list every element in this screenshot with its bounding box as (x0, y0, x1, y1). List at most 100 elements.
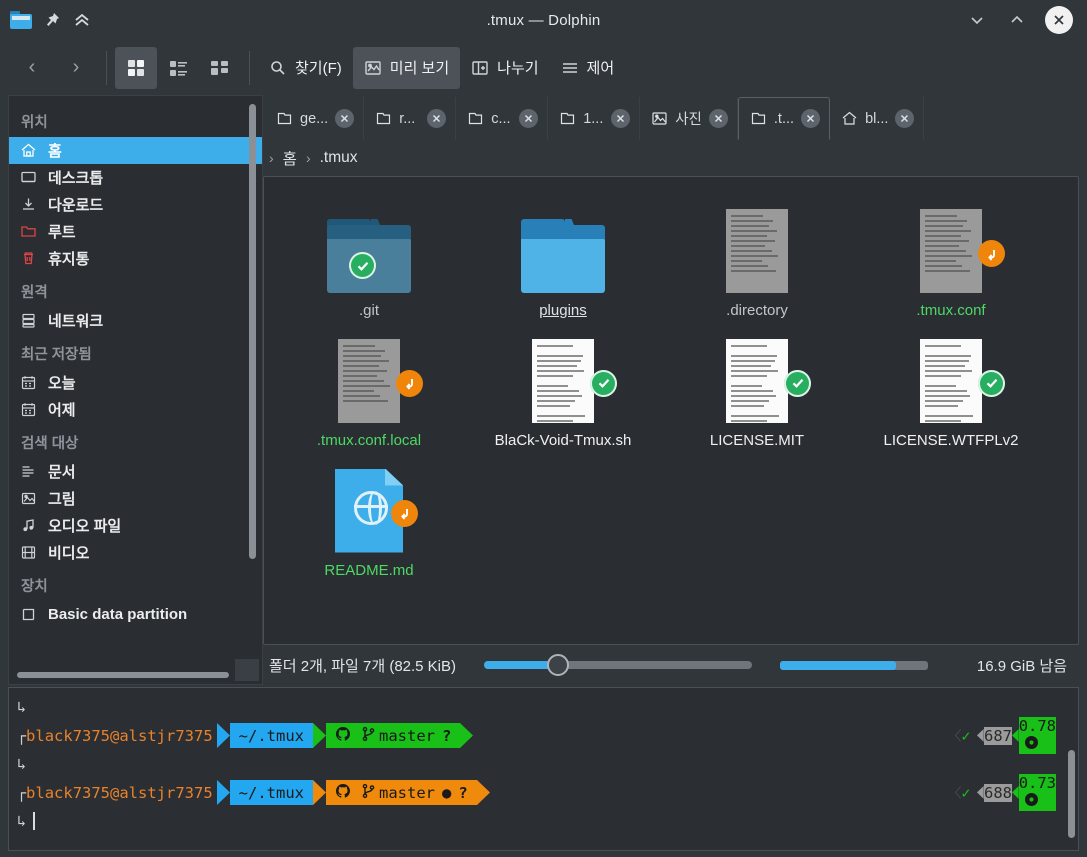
sidebar-item-데스크톱[interactable]: 데스크톱 (9, 164, 262, 191)
folder-icon (521, 219, 605, 293)
document-thumbnail (726, 209, 788, 293)
back-button[interactable]: ‹ (10, 48, 54, 88)
minimize-button[interactable] (965, 8, 989, 32)
file-item[interactable]: .directory (660, 191, 854, 321)
sidebar-item-홈[interactable]: 홈 (9, 137, 262, 164)
tab-label: .t... (773, 110, 795, 127)
sidebar-item-루트[interactable]: 루트 (9, 218, 262, 245)
video-icon (19, 543, 38, 562)
symlink-badge-icon (978, 240, 1005, 267)
status-ok-icon: ✓ (961, 783, 971, 802)
file-item[interactable]: .git (272, 191, 466, 321)
file-grid: .git plugins .directory .tmux.conf .tmux.con… (272, 191, 1070, 580)
pin-icon[interactable] (42, 10, 62, 30)
sidebar-item-휴지통[interactable]: 휴지통 (9, 245, 262, 272)
file-name-label: BlaCk-Void-Tmux.sh (494, 431, 632, 449)
find-label: 찾기(F) (295, 60, 342, 77)
sidebar-item-label: 오늘 (48, 375, 76, 392)
tab-5[interactable]: .t... (737, 97, 831, 140)
file-item[interactable]: LICENSE.WTFPLv2 (854, 321, 1048, 451)
document-icon (19, 462, 38, 481)
maximize-button[interactable] (1005, 8, 1029, 32)
zoom-slider[interactable] (484, 654, 753, 676)
breadcrumb-item-home[interactable]: 홈 (283, 147, 297, 169)
sidebar-item-어제[interactable]: 어제 (9, 396, 262, 423)
document-thumbnail (920, 209, 982, 293)
close-button[interactable] (1045, 6, 1073, 34)
split-button[interactable]: 나누기 (460, 47, 549, 89)
sidebar-group-title: 위치 (21, 115, 48, 131)
find-button[interactable]: 찾기(F) (258, 47, 353, 89)
tab-close-icon[interactable] (895, 109, 915, 128)
tab-close-icon[interactable] (611, 109, 631, 128)
sidebar-item-다운로드[interactable]: 다운로드 (9, 191, 262, 218)
desktop-icon (19, 168, 38, 187)
file-item[interactable]: .tmux.conf (854, 191, 1048, 321)
tab-2[interactable]: c... (456, 97, 549, 140)
file-item[interactable]: BlaCk-Void-Tmux.sh (466, 321, 660, 451)
folder-icon (559, 110, 576, 127)
main-toolbar: ‹ › 찾기(F) 미리 보기 나누기 제어 (0, 40, 1087, 95)
tab-label: 사진 (675, 112, 702, 128)
prompt-command-number: 688 (984, 783, 1013, 802)
tab-0[interactable]: ge... (265, 97, 365, 140)
image-icon (19, 489, 38, 508)
tab-close-icon[interactable] (801, 109, 821, 128)
terminal-lines: ↳ ┌ black7375@alstjr7375 ~/.tmux master? ✓ 687… (15, 694, 1074, 834)
sidebar-item-그림[interactable]: 그림 (9, 485, 262, 512)
right-pane: ge... r... c... 1... 사진 .t... bl... › 홈 › .tmu… (263, 95, 1087, 685)
sidebar-vertical-scrollbar[interactable] (249, 104, 256, 559)
split-icon (471, 59, 489, 77)
free-space-bar[interactable] (780, 660, 929, 670)
tab-6[interactable]: bl... (830, 97, 925, 140)
forward-button[interactable]: › (54, 48, 98, 88)
terminal-prompt-line: ┌ black7375@alstjr7375 ~/.tmux master ●? ✓ 688… (15, 774, 1074, 811)
tab-close-icon[interactable] (427, 109, 447, 128)
tab-3[interactable]: 1... (548, 97, 641, 140)
view-details-button[interactable] (157, 47, 199, 89)
tab-close-icon[interactable] (519, 109, 539, 128)
sidebar-item-비디오[interactable]: 비디오 (9, 539, 262, 566)
sidebar-group-title: 최근 저장됨 (21, 347, 92, 363)
right-prompt: ✓ 688 0.73 (954, 774, 1074, 811)
sidebar-item-네트워크[interactable]: 네트워크 (9, 307, 262, 334)
sidebar-item-label: 문서 (48, 464, 76, 481)
chevron-double-up-icon[interactable] (72, 10, 92, 30)
preview-button[interactable]: 미리 보기 (352, 46, 461, 89)
file-view[interactable]: .git plugins .directory .tmux.conf .tmux.con… (263, 176, 1079, 645)
sidebar-horizontal-scrollbar[interactable] (17, 672, 229, 678)
sidebar-item-오디오-파일[interactable]: 오디오 파일 (9, 512, 262, 539)
control-button[interactable]: 제어 (550, 47, 626, 89)
sidebar-item-Basic-data-partition[interactable]: Basic data partition (9, 601, 262, 628)
breadcrumb-item-current[interactable]: .tmux (320, 149, 358, 167)
document-thumbnail (338, 338, 400, 423)
file-thumbnail (726, 327, 811, 423)
file-item[interactable]: .tmux.conf.local (272, 321, 466, 451)
terminal-panel[interactable]: ↳ ┌ black7375@alstjr7375 ~/.tmux master? ✓ 687… (8, 687, 1079, 851)
document-thumbnail (726, 338, 788, 423)
file-item[interactable]: plugins (466, 191, 660, 321)
sidebar-item-label: Basic data partition (48, 606, 188, 623)
tab-close-icon[interactable] (708, 109, 728, 128)
file-thumbnail (521, 197, 605, 293)
file-item[interactable]: README.md (272, 451, 466, 581)
folder-icon (467, 110, 484, 127)
symlink-badge-icon (396, 369, 423, 397)
window-title: .tmux — Dolphin (486, 11, 601, 29)
sidebar-item-label: 어제 (48, 402, 76, 419)
folder-icon (10, 11, 32, 29)
sidebar-item-오늘[interactable]: 오늘 (9, 369, 262, 396)
terminal-cursor-line: ↳ (15, 808, 1074, 834)
view-columns-button[interactable] (199, 47, 241, 89)
file-item[interactable]: LICENSE.MIT (660, 321, 854, 451)
view-icons-button[interactable] (115, 46, 157, 89)
terminal-scrollbar[interactable] (1068, 750, 1075, 838)
tab-close-icon[interactable] (335, 109, 355, 128)
toolbar-divider (106, 50, 107, 85)
zoom-slider-handle[interactable] (547, 654, 570, 676)
tab-4[interactable]: 사진 (640, 97, 738, 140)
sidebar-item-문서[interactable]: 문서 (9, 458, 262, 485)
toolbar-divider-2 (249, 50, 250, 85)
tab-1[interactable]: r... (364, 97, 457, 140)
breadcrumb[interactable]: › 홈 › .tmux (263, 140, 1079, 176)
